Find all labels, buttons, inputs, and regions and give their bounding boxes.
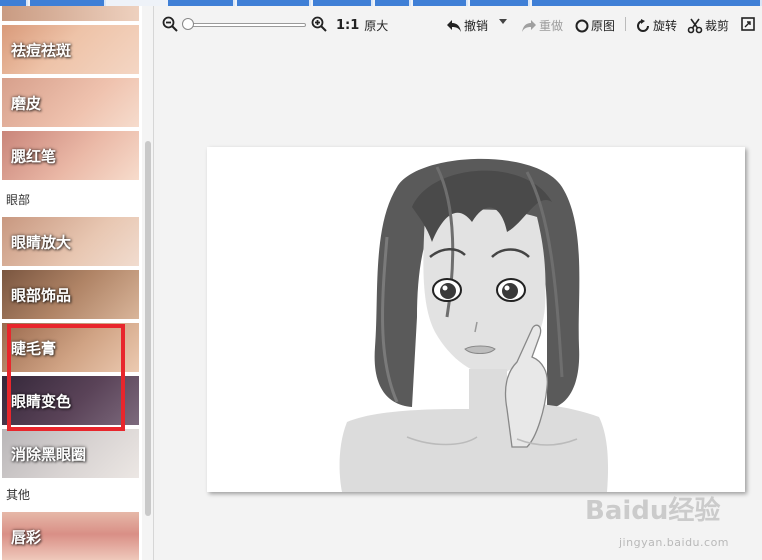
resize-button[interactable]	[741, 17, 755, 31]
effect-tile-label: 腮红笔	[11, 147, 57, 165]
crop-button[interactable]: 裁剪	[687, 17, 729, 34]
rotate-button[interactable]: 旋转	[635, 17, 677, 34]
zoom-in-icon[interactable]	[311, 16, 327, 32]
zoom-slider-track[interactable]	[188, 23, 306, 27]
chevron-down-icon	[499, 19, 507, 24]
effect-tile-acne-spot-removal[interactable]: 祛痘祛斑	[2, 25, 139, 74]
original-size-label: 原大	[364, 19, 389, 33]
redo-button[interactable]: 重做	[521, 17, 563, 34]
undo-icon	[447, 19, 461, 32]
rotate-icon	[637, 18, 649, 32]
editor-toolbar: 1:1 原大 撤销 重做 原图 旋转 裁剪	[155, 6, 762, 44]
rotate-label: 旋转	[653, 19, 678, 33]
app-window: 祛痘祛斑 磨皮 腮红笔 眼部 眼睛放大 眼部饰品 睫毛膏 眼睛变色 消除黑眼圈 …	[0, 0, 762, 560]
effect-tile-partial[interactable]	[2, 6, 139, 21]
cartoon-girl-image	[339, 158, 609, 492]
effect-tile-skin-smoothing[interactable]: 磨皮	[2, 78, 139, 127]
baidu-jingyan-watermark: Baidu经验 jingyan.baidu.com	[585, 490, 755, 556]
original-image-button[interactable]: 原图	[575, 17, 615, 34]
effect-tile-label: 磨皮	[11, 94, 42, 112]
effect-tile-label: 眼睛放大	[11, 233, 72, 251]
original-size-button[interactable]: 1:1 原大	[336, 17, 388, 34]
edited-photo[interactable]	[207, 147, 745, 492]
resize-icon	[741, 17, 755, 31]
scissors-icon	[687, 18, 703, 33]
effect-tile-blush-brush[interactable]: 腮红笔	[2, 131, 139, 180]
original-image-label: 原图	[591, 19, 616, 33]
zoom-slider-knob[interactable]	[182, 18, 194, 30]
highlight-annotation-box	[7, 324, 125, 431]
sidebar-scrollbar[interactable]	[142, 6, 153, 560]
watermark-brand: Baidu经验	[585, 496, 721, 526]
effect-tile-label: 唇彩	[11, 528, 42, 546]
effect-tile-label: 祛痘祛斑	[11, 41, 72, 59]
undo-label: 撤销	[464, 19, 489, 33]
crop-label: 裁剪	[705, 19, 730, 33]
watermark-url: jingyan.baidu.com	[619, 536, 730, 549]
section-label-other: 其他	[6, 488, 31, 502]
circle-icon	[575, 19, 589, 32]
undo-button[interactable]: 撤销	[446, 17, 488, 34]
undo-history-dropdown[interactable]	[498, 18, 508, 26]
zoom-out-icon[interactable]	[162, 16, 178, 32]
effects-sidebar: 祛痘祛斑 磨皮 腮红笔 眼部 眼睛放大 眼部饰品 睫毛膏 眼睛变色 消除黑眼圈 …	[0, 6, 154, 560]
effect-tile-eye-accessories[interactable]: 眼部饰品	[2, 270, 139, 319]
divider	[625, 17, 626, 31]
effect-tile-eye-enlarge[interactable]: 眼睛放大	[2, 217, 139, 266]
effect-tile-label: 消除黑眼圈	[11, 445, 87, 463]
sidebar-scrollbar-thumb[interactable]	[145, 141, 151, 516]
redo-label: 重做	[539, 19, 564, 33]
effect-tile-label: 眼部饰品	[11, 286, 72, 304]
effect-tile-dark-circle-removal[interactable]: 消除黑眼圈	[2, 429, 139, 478]
redo-icon	[522, 19, 536, 32]
effect-tile-lip-gloss[interactable]: 唇彩	[2, 512, 139, 560]
ratio-label: 1:1	[336, 18, 360, 33]
section-label-eyes: 眼部	[6, 193, 31, 207]
